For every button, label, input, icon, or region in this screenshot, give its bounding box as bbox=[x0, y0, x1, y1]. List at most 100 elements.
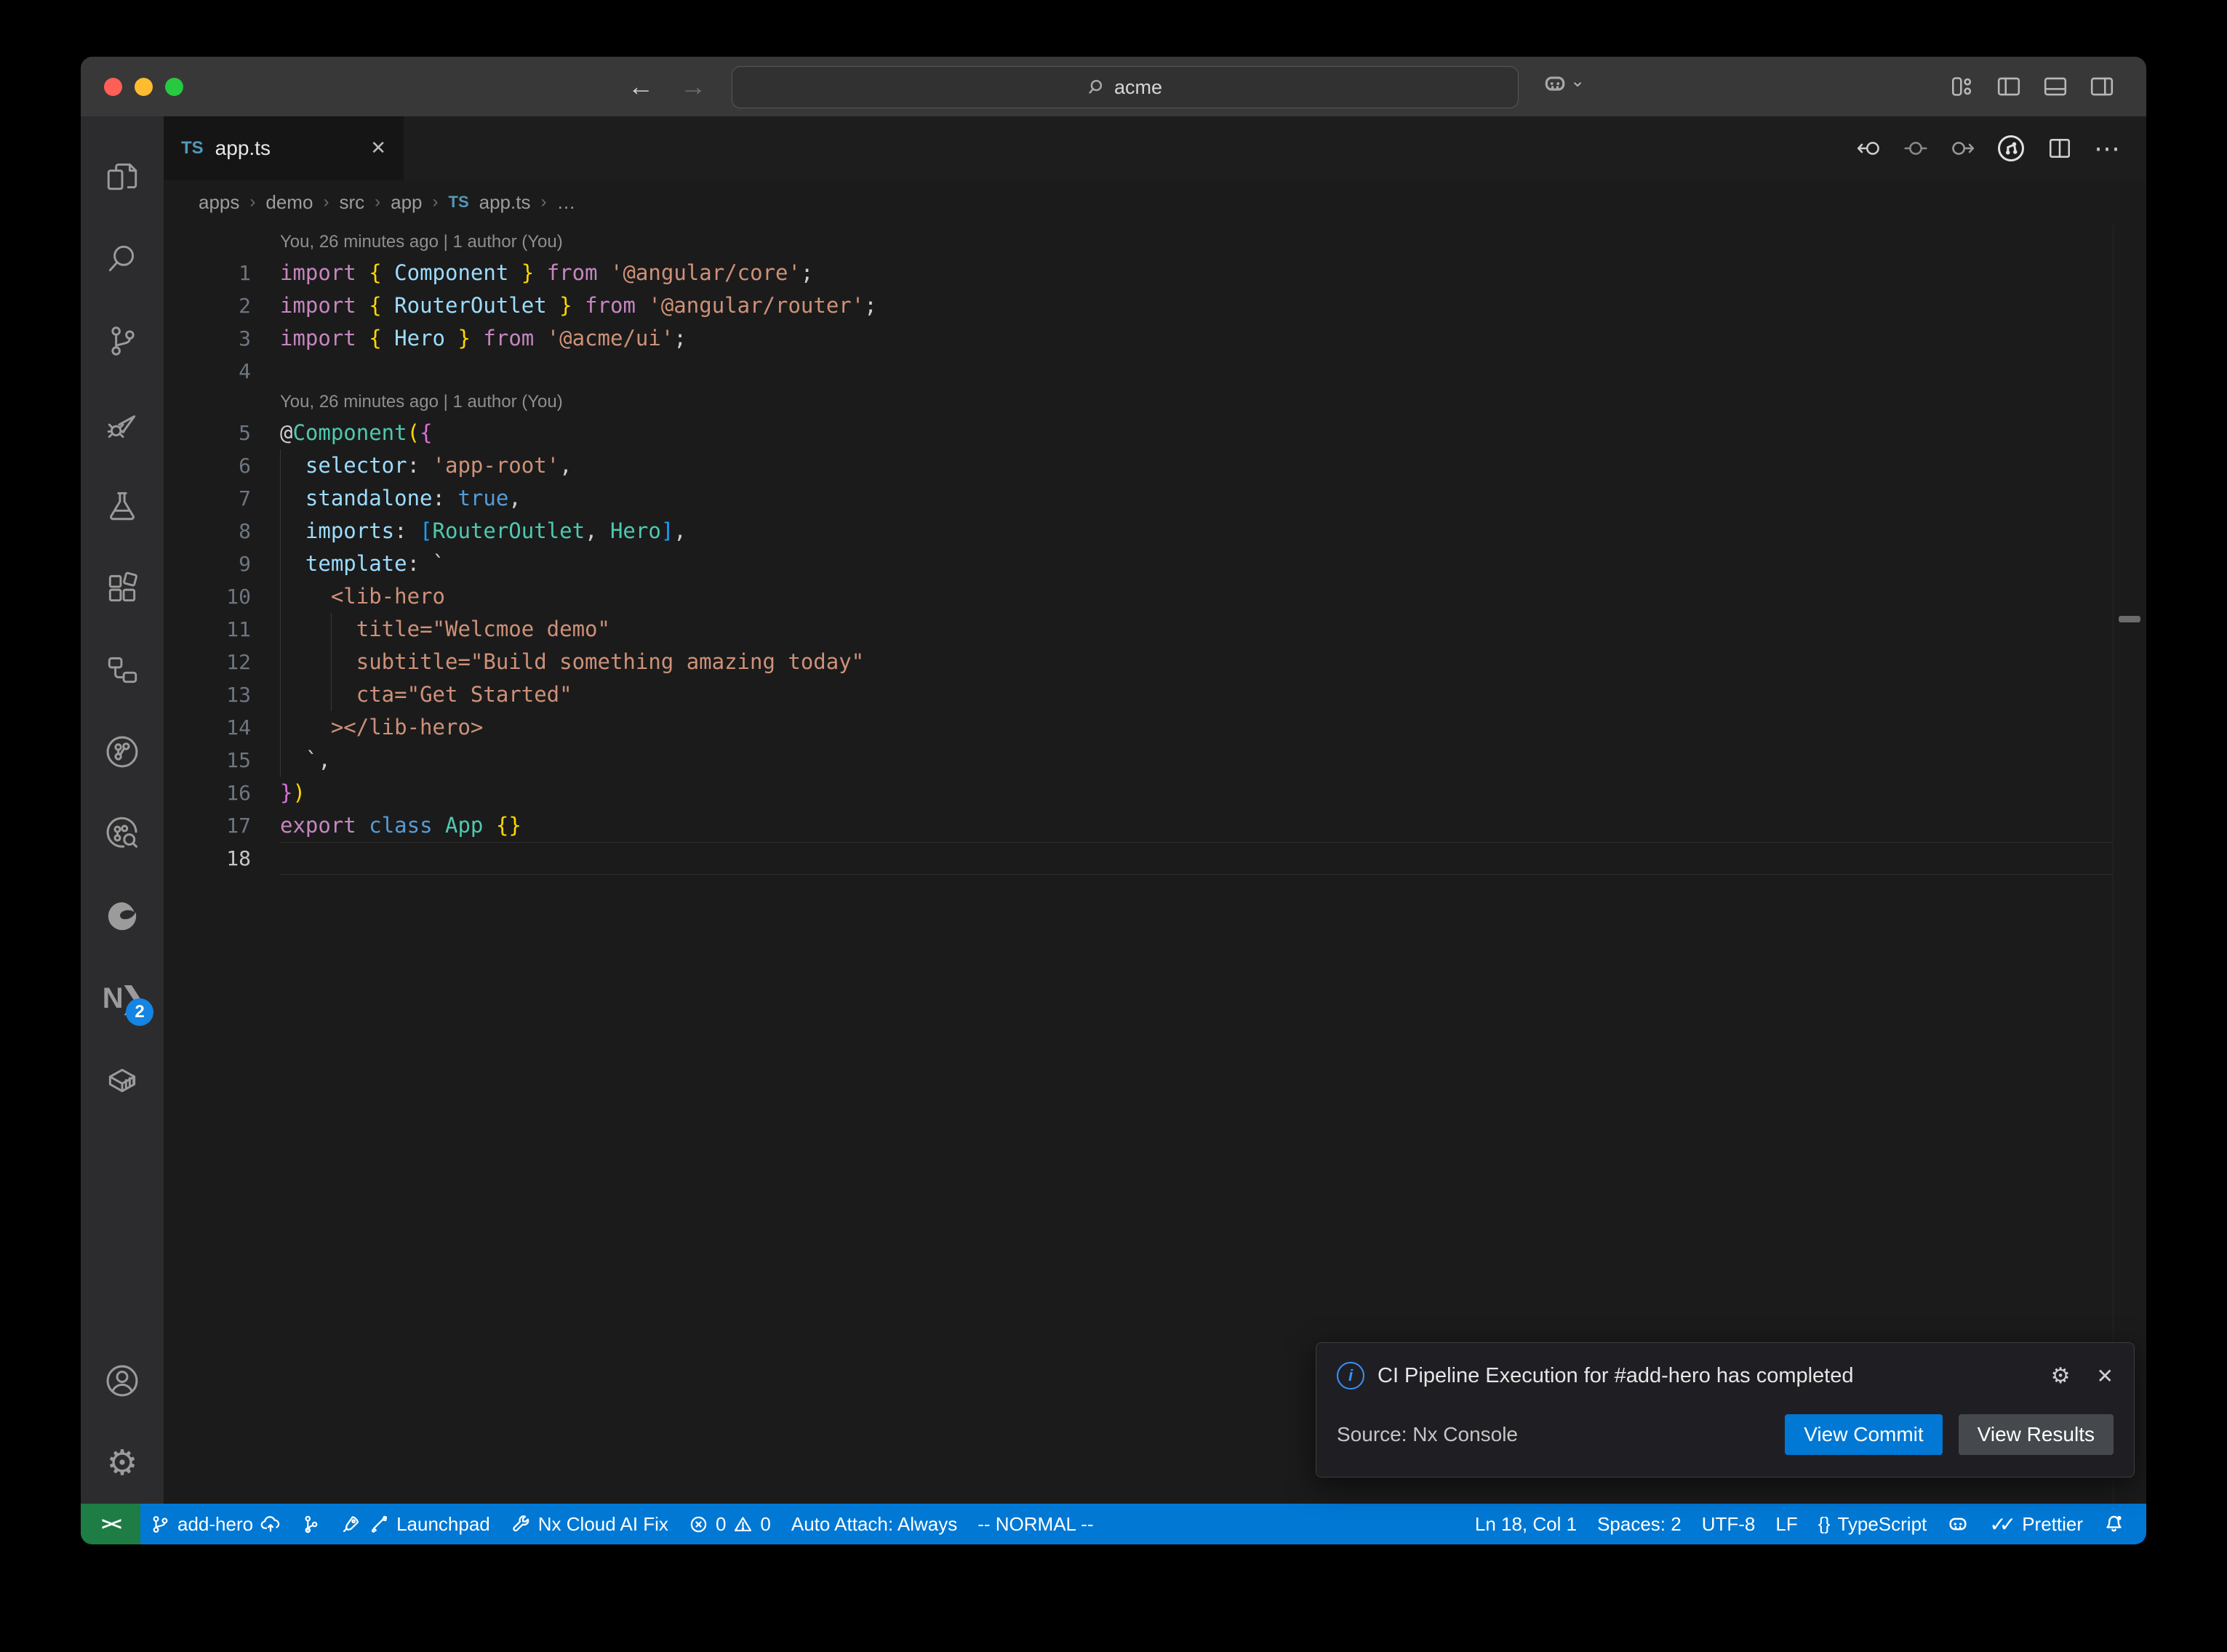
source-control-graph-icon[interactable] bbox=[1996, 134, 2026, 163]
line-number: 3 bbox=[164, 322, 251, 355]
go-forward-edit-icon[interactable] bbox=[1950, 136, 1975, 161]
blame-annotation[interactable]: You, 26 minutes ago | 1 author (You) bbox=[164, 228, 2146, 257]
toggle-secondary-sidebar-icon[interactable] bbox=[2090, 74, 2114, 99]
breadcrumb-separator: › bbox=[540, 192, 546, 212]
breadcrumb-app[interactable]: app bbox=[391, 191, 422, 214]
launchpad-label: Launchpad bbox=[396, 1513, 490, 1536]
prettier-item[interactable]: ✓✓ Prettier bbox=[1979, 1504, 2093, 1544]
breadcrumb-apps[interactable]: apps bbox=[199, 191, 239, 214]
settings-button[interactable]: ⚙ bbox=[81, 1422, 164, 1504]
sidebar-item-commit-graph[interactable] bbox=[81, 710, 164, 793]
code-line[interactable]: 10 <lib-hero bbox=[164, 580, 2146, 613]
breadcrumb-file[interactable]: app.ts bbox=[479, 191, 531, 214]
code-line[interactable]: 12 subtitle="Build something amazing tod… bbox=[164, 646, 2146, 678]
breadcrumb-more[interactable]: … bbox=[556, 191, 575, 214]
edge-browser-icon bbox=[104, 898, 140, 934]
navigate-forward-icon[interactable]: → bbox=[680, 71, 706, 102]
notifications-bell-item[interactable] bbox=[2093, 1504, 2135, 1544]
code-line[interactable]: 3import { Hero } from '@acme/ui'; bbox=[164, 322, 2146, 355]
code-line[interactable]: 8 imports: [RouterOutlet, Hero], bbox=[164, 515, 2146, 548]
copilot-status-item[interactable] bbox=[1937, 1504, 1979, 1544]
editor-scrollbar[interactable] bbox=[2113, 225, 2146, 1504]
auto-attach-item[interactable]: Auto Attach: Always bbox=[781, 1504, 967, 1544]
minimize-window-button[interactable] bbox=[135, 78, 153, 96]
nx-cloud-fix-item[interactable]: Nx Cloud AI Fix bbox=[500, 1504, 679, 1544]
sidebar-item-explorer[interactable] bbox=[81, 135, 164, 217]
line-content bbox=[280, 355, 2113, 388]
sidebar-item-graph-search[interactable] bbox=[81, 793, 164, 875]
line-number: 10 bbox=[164, 580, 251, 613]
code-line[interactable]: 7 standalone: true, bbox=[164, 482, 2146, 515]
notification-close-icon[interactable]: ✕ bbox=[2097, 1364, 2114, 1388]
branch-name: add-hero bbox=[177, 1513, 253, 1536]
current-edit-icon[interactable] bbox=[1903, 136, 1928, 161]
gutter bbox=[164, 388, 251, 417]
launchpad-item[interactable]: Launchpad bbox=[331, 1504, 500, 1544]
sidebar-item-extensions[interactable] bbox=[81, 546, 164, 628]
code-line[interactable]: 5@Component({ bbox=[164, 417, 2146, 449]
rocket-icon bbox=[341, 1514, 361, 1534]
code-line[interactable]: 4 bbox=[164, 355, 2146, 388]
toggle-panel-icon[interactable] bbox=[2043, 74, 2068, 99]
sidebar-item-edge-tools[interactable] bbox=[81, 875, 164, 957]
sidebar-item-nx-console[interactable]: N❯ 2 bbox=[81, 957, 164, 1039]
line-number: 2 bbox=[164, 289, 251, 322]
commit-graph-item[interactable] bbox=[291, 1504, 331, 1544]
view-commit-button[interactable]: View Commit bbox=[1785, 1414, 1942, 1455]
code-line[interactable]: 17export class App {} bbox=[164, 809, 2146, 842]
code-line[interactable]: 1import { Component } from '@angular/cor… bbox=[164, 257, 2146, 289]
sidebar-item-run-debug[interactable] bbox=[81, 382, 164, 464]
breadcrumb-src[interactable]: src bbox=[339, 191, 364, 214]
line-number: 13 bbox=[164, 678, 251, 711]
go-back-edit-icon[interactable] bbox=[1857, 136, 1882, 161]
sidebar-item-project-structure[interactable] bbox=[81, 628, 164, 710]
line-content: subtitle="Build something amazing today" bbox=[280, 646, 2113, 678]
line-number: 9 bbox=[164, 548, 251, 580]
close-tab-icon[interactable]: ✕ bbox=[370, 137, 386, 159]
encoding-item[interactable]: UTF-8 bbox=[1692, 1504, 1766, 1544]
vim-mode-item[interactable]: -- NORMAL -- bbox=[967, 1504, 1103, 1544]
problems-item[interactable]: 0 0 bbox=[679, 1504, 781, 1544]
split-editor-icon[interactable] bbox=[2047, 136, 2072, 161]
indent-guide bbox=[280, 711, 281, 744]
blame-annotation[interactable]: You, 26 minutes ago | 1 author (You) bbox=[164, 388, 2146, 417]
more-actions-icon[interactable]: ⋯ bbox=[2094, 133, 2122, 164]
command-center-search[interactable]: acme bbox=[732, 66, 1519, 108]
navigate-back-icon[interactable]: ← bbox=[628, 71, 654, 102]
git-branch-item[interactable]: add-hero bbox=[140, 1504, 291, 1544]
breadcrumb-demo[interactable]: demo bbox=[265, 191, 313, 214]
indent-guide bbox=[280, 515, 281, 548]
account-button[interactable] bbox=[81, 1339, 164, 1422]
code-line[interactable]: 14 ></lib-hero> bbox=[164, 711, 2146, 744]
code-line[interactable]: 16}) bbox=[164, 777, 2146, 809]
sidebar-item-testing[interactable] bbox=[81, 464, 164, 546]
code-line[interactable]: 9 template: ` bbox=[164, 548, 2146, 580]
notification-settings-icon[interactable]: ⚙ bbox=[2051, 1363, 2071, 1389]
customize-layout-icon[interactable] bbox=[1950, 74, 1975, 99]
toggle-primary-sidebar-icon[interactable] bbox=[1996, 74, 2021, 99]
sidebar-item-containers[interactable] bbox=[81, 1039, 164, 1121]
zoom-window-button[interactable] bbox=[165, 78, 183, 96]
line-number: 1 bbox=[164, 257, 251, 289]
sidebar-item-source-control[interactable] bbox=[81, 300, 164, 382]
sidebar-item-search[interactable] bbox=[81, 217, 164, 300]
close-window-button[interactable] bbox=[104, 78, 122, 96]
code-editor[interactable]: You, 26 minutes ago | 1 author (You)1imp… bbox=[164, 225, 2146, 1504]
cursor-position-item[interactable]: Ln 18, Col 1 bbox=[1465, 1504, 1587, 1544]
code-line[interactable]: 11 title="Welcmoe demo" bbox=[164, 613, 2146, 646]
code-line[interactable]: 2import { RouterOutlet } from '@angular/… bbox=[164, 289, 2146, 322]
testing-beaker-icon bbox=[104, 487, 140, 524]
view-results-button[interactable]: View Results bbox=[1959, 1414, 2114, 1455]
code-line[interactable]: 15 `, bbox=[164, 744, 2146, 777]
tab-app-ts[interactable]: TS app.ts ✕ bbox=[164, 116, 404, 180]
line-content: cta="Get Started" bbox=[280, 678, 2113, 711]
remote-indicator[interactable]: >< bbox=[81, 1504, 140, 1544]
copilot-menu[interactable]: ⌄ bbox=[1543, 71, 1585, 96]
code-line[interactable]: 13 cta="Get Started" bbox=[164, 678, 2146, 711]
code-line[interactable]: 18 bbox=[164, 842, 2146, 875]
braces-icon: {} bbox=[1818, 1514, 1831, 1535]
code-line[interactable]: 6 selector: 'app-root', bbox=[164, 449, 2146, 482]
language-mode-item[interactable]: {} TypeScript bbox=[1808, 1504, 1938, 1544]
indentation-item[interactable]: Spaces: 2 bbox=[1587, 1504, 1692, 1544]
eol-item[interactable]: LF bbox=[1765, 1504, 1807, 1544]
